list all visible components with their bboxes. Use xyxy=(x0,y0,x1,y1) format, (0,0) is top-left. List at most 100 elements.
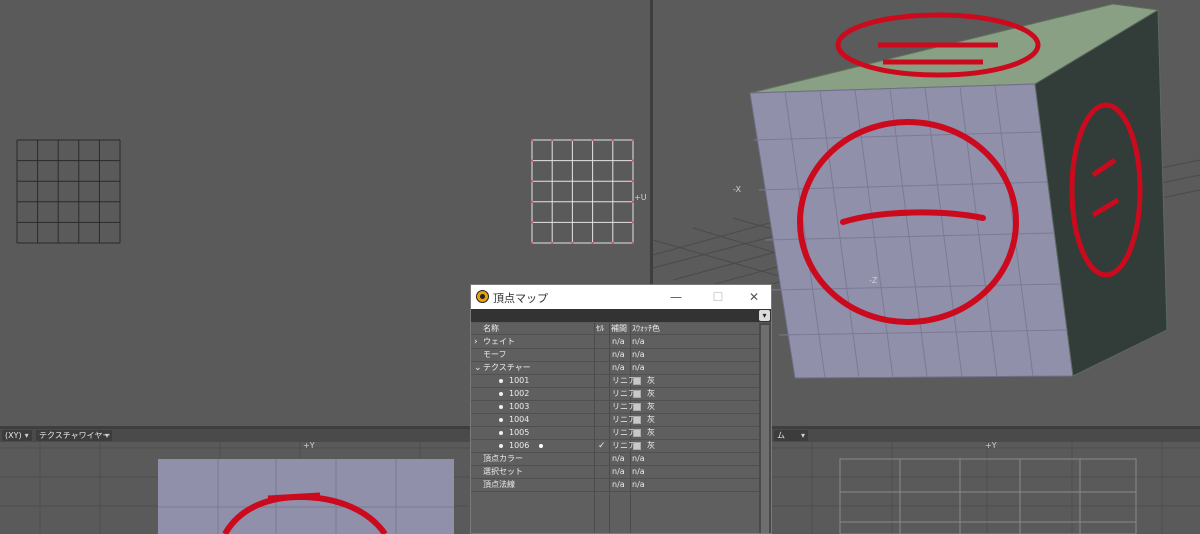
bottom-right-viewport[interactable]: ム ▾ +Y xyxy=(772,429,1200,534)
uv-vertex xyxy=(571,139,574,141)
uv-vertex xyxy=(591,242,594,244)
uv-grid-selected xyxy=(531,139,634,244)
row-swatch-color[interactable]: 灰 xyxy=(647,414,655,426)
active-map-indicator-icon xyxy=(539,444,543,448)
color-swatch[interactable] xyxy=(633,377,641,385)
row-name: 1004 xyxy=(509,415,530,424)
vertex-map-row[interactable]: モーフ n/a n/a xyxy=(471,349,759,362)
mesh-wireframe xyxy=(839,458,1137,534)
row-swatch-color[interactable]: 灰 xyxy=(647,427,655,439)
window-title: 頂点マップ xyxy=(493,292,548,305)
row-interpolation[interactable]: n/a xyxy=(612,466,625,478)
row-name: 選択セット xyxy=(483,467,523,476)
row-swatch-color[interactable]: n/a xyxy=(632,336,645,348)
row-interpolation[interactable]: n/a xyxy=(612,349,625,361)
row-swatch-color[interactable]: 灰 xyxy=(647,375,655,387)
color-swatch[interactable] xyxy=(633,442,641,450)
shading-mode-dropdown[interactable]: テクスチャワイヤー ▾ xyxy=(36,430,112,441)
map-bullet-icon xyxy=(499,405,503,409)
vertex-map-toolbar: ▾ xyxy=(471,309,771,322)
vertex-map-row[interactable]: › ウェイト n/a n/a xyxy=(471,336,759,349)
row-interpolation[interactable]: n/a xyxy=(612,453,625,465)
plus-u-label: +U xyxy=(634,193,647,202)
options-dropdown-icon[interactable]: ▾ xyxy=(759,310,770,321)
scrollbar-thumb[interactable] xyxy=(761,325,769,533)
row-swatch-color[interactable]: 灰 xyxy=(647,388,655,400)
minimize-button[interactable]: — xyxy=(657,285,695,309)
column-header-name[interactable]: 名称 xyxy=(483,323,499,335)
map-bullet-icon xyxy=(499,444,503,448)
uv-grid-left xyxy=(16,139,121,244)
row-swatch-color[interactable]: n/a xyxy=(632,479,645,491)
maximize-button[interactable]: ☐ xyxy=(699,285,737,309)
row-swatch-color[interactable]: n/a xyxy=(632,453,645,465)
color-swatch[interactable] xyxy=(633,416,641,424)
uv-grid-vertices xyxy=(531,139,634,244)
vertex-map-row[interactable]: ⌄ テクスチャー n/a n/a xyxy=(471,362,759,375)
map-bullet-icon xyxy=(499,392,503,396)
row-swatch-color[interactable]: 灰 xyxy=(647,401,655,413)
bottom-left-viewport[interactable]: (XY) ▾ テクスチャワイヤー ▾ +Y xyxy=(0,429,470,534)
uv-vertex xyxy=(531,180,533,183)
modo-app-icon xyxy=(476,290,489,303)
vertex-map-table[interactable]: 名称 ｾﾙ 補間 ｽｳｫｯﾁ色 › ウェイト n/a n/a モーフ n/a n/a ⌄ テクス… xyxy=(471,323,759,533)
color-swatch[interactable] xyxy=(633,390,641,398)
selected-checkmark-icon[interactable]: ✓ xyxy=(598,440,606,452)
row-swatch-color[interactable]: n/a xyxy=(632,349,645,361)
table-header: 名称 ｾﾙ 補間 ｽｳｫｯﾁ色 xyxy=(471,323,759,335)
vertical-scrollbar[interactable] xyxy=(759,323,771,533)
uv-vertex xyxy=(611,139,614,141)
uv-vertex xyxy=(571,242,574,244)
row-interpolation[interactable]: n/a xyxy=(612,336,625,348)
chevron-right-icon[interactable]: › xyxy=(474,336,478,348)
row-name: 1005 xyxy=(509,428,530,437)
vertex-map-row[interactable]: 頂点カラー n/a n/a xyxy=(471,453,759,466)
plus-y-label-right: +Y xyxy=(985,441,997,450)
uv-vertex xyxy=(531,159,533,162)
row-name: 1001 xyxy=(509,376,530,385)
view-axis-dropdown[interactable]: (XY) ▾ xyxy=(2,430,32,441)
vertex-map-row[interactable]: 1004 リニア灰 xyxy=(471,414,759,427)
uv-vertex xyxy=(611,242,614,244)
row-swatch-color[interactable]: n/a xyxy=(632,466,645,478)
row-interpolation[interactable]: n/a xyxy=(612,362,625,374)
chevron-down-icon[interactable]: ⌄ xyxy=(474,362,482,374)
uv-vertex xyxy=(632,221,634,224)
vertex-map-titlebar[interactable]: 頂点マップ — ☐ ✕ xyxy=(471,285,771,309)
color-swatch[interactable] xyxy=(633,429,641,437)
row-swatch-color[interactable]: n/a xyxy=(632,362,645,374)
bottom-left-canvas xyxy=(0,442,470,534)
minus-z-label: -Z xyxy=(869,276,878,285)
row-name: テクスチャー xyxy=(483,363,531,372)
row-name: ウェイト xyxy=(483,337,515,346)
uv-vertex xyxy=(632,159,634,162)
close-button[interactable]: ✕ xyxy=(735,285,771,309)
vertex-map-row[interactable]: 1006 ✓ リニア灰 xyxy=(471,440,759,453)
map-bullet-icon xyxy=(499,418,503,422)
column-header-interpolation[interactable]: 補間 xyxy=(611,323,627,335)
vertex-map-row[interactable]: 1005 リニア灰 xyxy=(471,427,759,440)
bottom-right-canvas xyxy=(772,442,1200,534)
uv-vertex xyxy=(531,221,533,224)
color-swatch[interactable] xyxy=(633,403,641,411)
vertex-map-row[interactable]: 頂点法線 n/a n/a xyxy=(471,479,759,492)
row-name: 1003 xyxy=(509,402,530,411)
vertex-map-row[interactable]: 選択セット n/a n/a xyxy=(471,466,759,479)
vertex-map-row[interactable]: 1002 リニア灰 xyxy=(471,388,759,401)
row-swatch-color[interactable]: 灰 xyxy=(647,440,655,452)
vertex-map-row[interactable]: 1001 リニア灰 xyxy=(471,375,759,388)
minus-x-label: -X xyxy=(733,185,741,194)
vertex-map-row[interactable]: 1003 リニア灰 xyxy=(471,401,759,414)
bottom-left-viewport-header: (XY) ▾ テクスチャワイヤー ▾ xyxy=(0,429,470,442)
column-header-swatch[interactable]: ｽｳｫｯﾁ色 xyxy=(632,323,660,335)
vertex-map-window[interactable]: 頂点マップ — ☐ ✕ ▾ 名称 ｾﾙ 補間 ｽｳｫｯﾁ色 › ウェイト n/a n/… xyxy=(470,284,772,534)
map-bullet-icon xyxy=(499,431,503,435)
uv-vertex xyxy=(632,139,634,141)
bottom-right-mode-dropdown[interactable]: ム ▾ xyxy=(774,430,808,441)
row-name: 頂点法線 xyxy=(483,480,515,489)
row-interpolation[interactable]: n/a xyxy=(612,479,625,491)
column-header-cell[interactable]: ｾﾙ xyxy=(596,323,604,335)
row-name: モーフ xyxy=(483,350,507,359)
row-name: 1006 xyxy=(509,441,530,450)
uv-vertex xyxy=(531,242,533,244)
